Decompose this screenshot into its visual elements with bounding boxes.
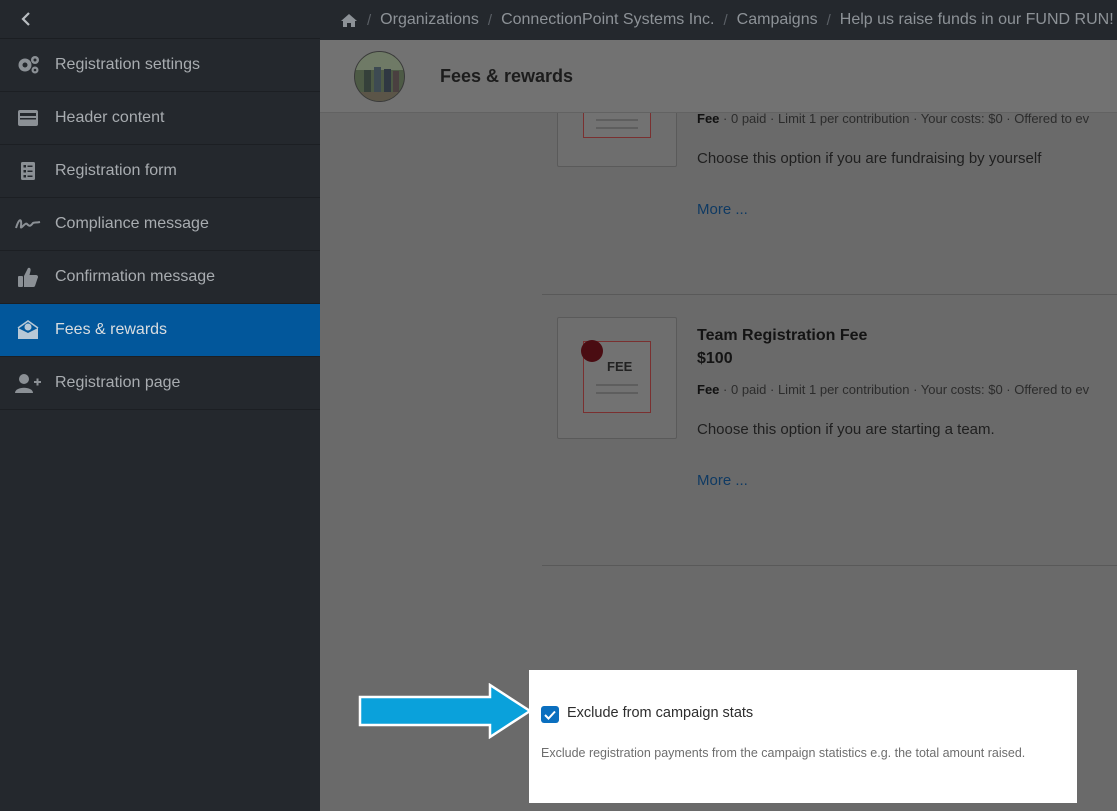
chevron-left-icon[interactable] <box>20 11 36 27</box>
sidebar-item-label: Registration settings <box>55 56 200 73</box>
pointer-arrow-icon <box>358 683 533 739</box>
sidebar-item-registration-page[interactable]: Registration page <box>0 357 320 410</box>
thumbs-up-icon <box>14 265 42 289</box>
breadcrumb-separator: / <box>367 11 372 29</box>
sidebar-item-label: Header content <box>55 109 165 126</box>
signature-icon <box>14 212 42 236</box>
fee-meta-details: · 0 paid · Limit 1 per contribution · Yo… <box>723 111 1090 126</box>
fee-more-link[interactable]: More ... <box>697 201 748 218</box>
breadcrumb-link[interactable]: ConnectionPoint Systems Inc. <box>501 11 714 29</box>
breadcrumb-link[interactable]: Help us raise funds in our FUND RUN! <box>840 11 1114 29</box>
fee-doc-line <box>596 384 638 386</box>
exclude-stats-label[interactable]: Exclude from campaign stats <box>567 705 753 721</box>
user-plus-icon <box>14 371 42 395</box>
sidebar-item-label: Registration form <box>55 162 177 179</box>
form-list-icon <box>14 159 42 183</box>
checkmark-icon <box>544 710 556 720</box>
exclude-stats-help: Exclude registration payments from the c… <box>541 746 1026 760</box>
sidebar-item-compliance-message[interactable]: Compliance message <box>0 198 320 251</box>
breadcrumb-separator: / <box>723 11 728 29</box>
sidebar-item-confirmation-message[interactable]: Confirmation message <box>0 251 320 304</box>
wax-seal-icon <box>581 340 603 362</box>
sidebar-item-label: Confirmation message <box>55 268 216 285</box>
fee-doc-line <box>596 392 638 394</box>
fee-doc-line <box>596 119 638 121</box>
breadcrumb-link[interactable]: Organizations <box>380 11 479 29</box>
sidebar-item-header-content[interactable]: Header content <box>0 92 320 145</box>
page-title: Fees & rewards <box>440 66 574 86</box>
campaign-avatar <box>354 51 405 102</box>
breadcrumb-separator: / <box>487 11 493 29</box>
fee-thumbnail: FEE <box>557 317 677 439</box>
home-icon[interactable] <box>340 13 358 28</box>
exclude-stats-checkbox[interactable] <box>541 706 559 723</box>
fee-meta: Fee · 0 paid · Limit 1 per contribution … <box>697 382 1089 397</box>
fee-document-icon: FEE <box>581 340 651 413</box>
sidebar-item-fees-rewards[interactable]: Fees & rewards <box>0 304 320 357</box>
gears-icon <box>14 53 42 77</box>
sidebar-item-registration-form[interactable]: Registration form <box>0 145 320 198</box>
sidebar-collapse-bar <box>0 0 320 39</box>
fee-description: Choose this option if you are starting a… <box>697 421 995 438</box>
sidebar-item-registration-settings[interactable]: Registration settings <box>0 39 320 92</box>
breadcrumb-separator: / <box>826 11 831 29</box>
divider <box>542 294 1117 295</box>
sidebar-item-label: Registration page <box>55 374 181 391</box>
fee-price: $100 <box>697 350 733 367</box>
sidebar-item-label: Compliance message <box>55 215 209 232</box>
exclude-stats-callout: Exclude from campaign stats Exclude regi… <box>529 670 1077 803</box>
fee-type: Fee <box>697 111 720 126</box>
divider <box>542 565 1117 566</box>
fee-more-link[interactable]: More ... <box>697 472 748 489</box>
fee-meta: Fee · 0 paid · Limit 1 per contribution … <box>697 111 1089 126</box>
rewards-box-icon <box>14 318 42 342</box>
breadcrumb-link[interactable]: Campaigns <box>737 11 818 29</box>
sidebar-item-label: Fees & rewards <box>55 321 168 338</box>
fee-meta-details: · 0 paid · Limit 1 per contribution · Yo… <box>723 382 1090 397</box>
fee-doc-line <box>596 127 638 129</box>
fee-type: Fee <box>697 382 720 397</box>
header-card-icon <box>14 106 42 130</box>
fee-description: Choose this option if you are fundraisin… <box>697 150 1042 167</box>
fee-name: Team Registration Fee <box>697 327 868 344</box>
page-header: Fees & rewards <box>320 40 1117 113</box>
sidebar: Registration settings Header content Reg… <box>0 0 320 811</box>
breadcrumb: / Organizations / ConnectionPoint System… <box>320 0 1117 40</box>
fee-doc-label: FEE <box>607 359 633 374</box>
